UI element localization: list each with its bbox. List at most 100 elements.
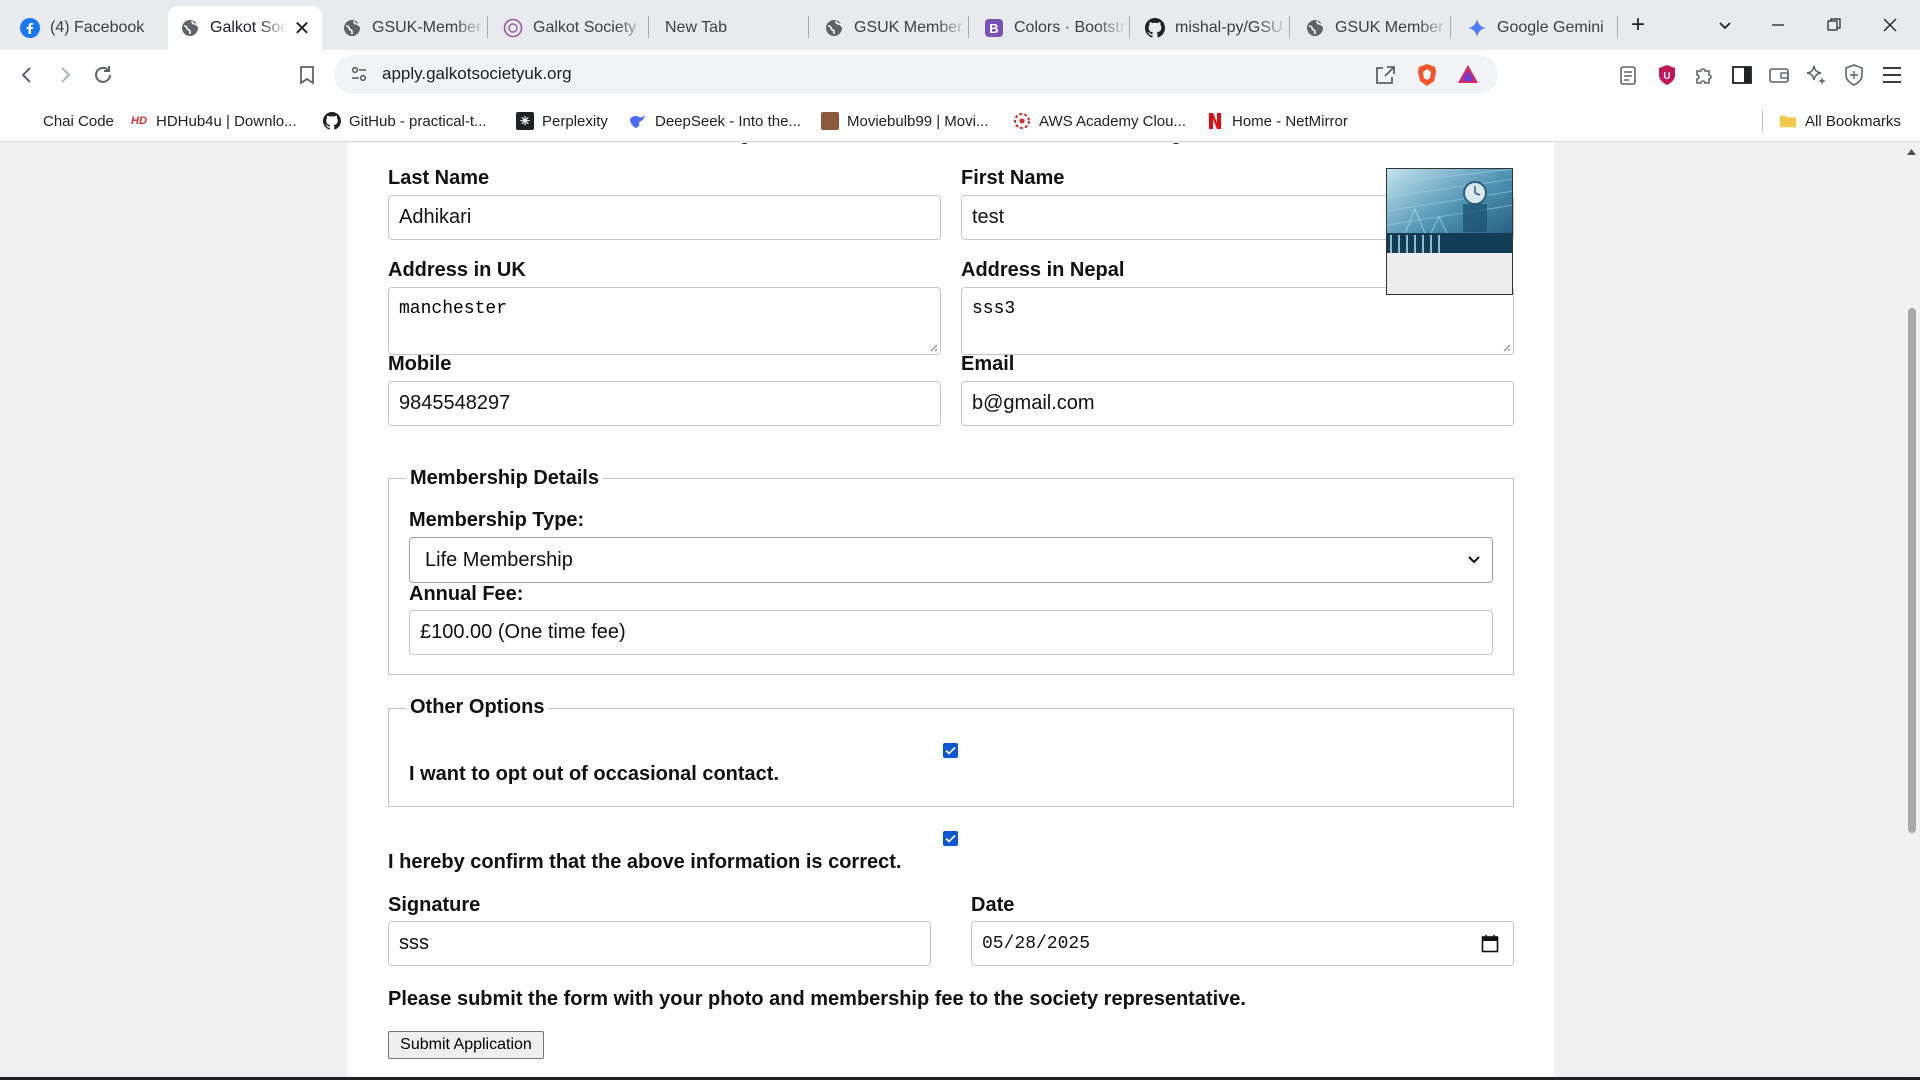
back-button[interactable]: [12, 60, 42, 90]
annual-fee-label: Annual Fee:: [409, 583, 524, 605]
minimize-button[interactable]: [1750, 0, 1806, 50]
hd-icon: HD: [131, 115, 147, 127]
scroll-up-arrow-icon[interactable]: [1906, 148, 1917, 156]
close-tab-icon[interactable]: ✕: [292, 18, 312, 40]
tab-strip: (4) Facebook Galkot Soc ✕ GSUK-Member Ga…: [0, 0, 1920, 50]
globe-icon: [824, 18, 844, 38]
chevron-down-icon: [1719, 22, 1731, 30]
confirm-checkbox[interactable]: [943, 831, 958, 846]
membership-type-label: Membership Type:: [409, 509, 585, 531]
email-input[interactable]: b@gmail.com: [961, 381, 1514, 426]
page-viewport: Last Name Adhikari First Name test Addre…: [0, 143, 1903, 1080]
ublock-icon: U: [1659, 65, 1675, 85]
globe-icon: [1305, 18, 1325, 38]
address-nepal-label: Address in Nepal: [961, 259, 1125, 281]
last-name-input[interactable]: Adhikari: [388, 195, 941, 240]
all-bookmarks-folder[interactable]: All Bookmarks: [1779, 110, 1901, 132]
share-icon[interactable]: [1374, 64, 1396, 91]
signature-input[interactable]: sss: [388, 921, 931, 966]
leo-ai-button[interactable]: [1801, 60, 1831, 90]
brave-shields-icon[interactable]: [1416, 63, 1438, 92]
checkmark-icon: [945, 746, 956, 755]
opt-out-label: I want to opt out of occasional contact.: [409, 763, 780, 785]
close-window-button[interactable]: [1862, 0, 1918, 50]
tab-facebook[interactable]: (4) Facebook: [8, 6, 168, 50]
resize-handle-icon[interactable]: [928, 342, 938, 352]
reload-button[interactable]: [88, 60, 118, 90]
address-nepal-textarea[interactable]: sss3: [961, 287, 1514, 355]
tab-gsuk-member-3[interactable]: GSUK Member: [1293, 6, 1448, 50]
sidebar-icon: [1732, 66, 1752, 84]
gemini-icon: [1467, 18, 1487, 38]
tab-new-tab[interactable]: New Tab: [652, 6, 807, 50]
wallet-button[interactable]: [1764, 60, 1794, 90]
bookmark-page-button[interactable]: [292, 60, 322, 90]
globe-icon: [342, 18, 362, 38]
first-name-label: First Name: [961, 167, 1065, 189]
address-uk-textarea[interactable]: manchester: [388, 287, 941, 355]
email-label: Email: [961, 353, 1015, 375]
tab-galkot-society[interactable]: Galkot Society: [491, 6, 646, 50]
clipboard-icon: [1620, 66, 1636, 85]
tab-search-button[interactable]: [1697, 0, 1753, 50]
submit-note: Please submit the form with your photo a…: [388, 988, 1246, 1010]
bookmark-netmirror[interactable]: Home - NetMirror: [1206, 110, 1348, 132]
site-info-icon[interactable]: [350, 65, 368, 88]
submit-application-button[interactable]: Submit Application: [388, 1031, 544, 1059]
calendar-icon[interactable]: [1481, 934, 1499, 953]
reload-icon: [95, 66, 111, 83]
extensions-button[interactable]: [1689, 60, 1719, 90]
main-menu-button[interactable]: [1877, 60, 1907, 90]
bookmark-deepseek[interactable]: DeepSeek - Into the...: [629, 110, 801, 132]
close-icon: [1883, 18, 1897, 32]
bookmark-icon: [300, 66, 314, 85]
bookmark-aws-academy[interactable]: AWS Academy Clou...: [1013, 110, 1186, 132]
restore-icon: [1827, 18, 1841, 31]
new-tab-button[interactable]: +: [1610, 0, 1666, 50]
reading-list-button[interactable]: [1613, 60, 1643, 90]
tab-galkot-active[interactable]: Galkot Soc ✕: [168, 6, 322, 50]
bookmark-github-practical[interactable]: GitHub - practical-t...: [323, 110, 487, 132]
vpn-button[interactable]: [1839, 60, 1869, 90]
annual-fee-input[interactable]: £100.00 (One time fee): [409, 610, 1493, 655]
mobile-input[interactable]: 9845548297: [388, 381, 941, 426]
bookmark-moviebulb[interactable]: Moviebulb99 | Movi...: [821, 110, 988, 132]
svg-text:B: B: [989, 21, 998, 36]
bookmark-chai-code[interactable]: Chai Code: [43, 110, 114, 132]
bookmark-perplexity[interactable]: ✳ Perplexity: [516, 110, 608, 132]
address-bar[interactable]: apply.galkotsocietyuk.org: [334, 55, 1498, 94]
resize-handle-icon[interactable]: [1501, 342, 1511, 352]
membership-type-select[interactable]: Life Membership: [409, 537, 1493, 583]
tab-google-gemini[interactable]: Google Gemini: [1455, 6, 1615, 50]
globe-icon: [180, 18, 200, 38]
tab-github-mishal[interactable]: mishal-py/GSU: [1133, 6, 1288, 50]
tab-bootstrap-colors[interactable]: B Colors · Bootstr: [972, 6, 1127, 50]
page-scrollbar[interactable]: [1903, 143, 1920, 1080]
puzzle-icon: [1696, 68, 1712, 84]
bookmark-hdhub4u[interactable]: HD HDHub4u | Downlo...: [130, 110, 297, 132]
mobile-label: Mobile: [388, 353, 452, 375]
clipped-heading: [739, 143, 750, 144]
url-text[interactable]: apply.galkotsocietyuk.org: [382, 64, 572, 84]
date-input[interactable]: 05/28/2025: [971, 921, 1514, 966]
aws-icon: [1013, 112, 1031, 130]
application-form-card: Last Name Adhikari First Name test Addre…: [348, 143, 1554, 1080]
applicant-photo: [1386, 168, 1513, 295]
other-options-legend: Other Options: [406, 696, 549, 719]
restore-button[interactable]: [1806, 0, 1862, 50]
tab-gsuk-member-2[interactable]: GSUK Member: [812, 6, 967, 50]
opt-out-checkbox[interactable]: [943, 743, 958, 758]
brave-rewards-icon[interactable]: [1457, 64, 1479, 89]
deepseek-icon: [629, 112, 647, 130]
movie-icon: [821, 112, 839, 130]
scrollbar-thumb[interactable]: [1908, 308, 1916, 833]
wallet-icon: [1769, 68, 1789, 83]
last-name-label: Last Name: [388, 167, 490, 189]
tab-gsuk-member-1[interactable]: GSUK-Member: [330, 6, 485, 50]
chevron-down-icon: [1468, 556, 1480, 564]
sidebar-button[interactable]: [1727, 60, 1757, 90]
ublock-extension-button[interactable]: U: [1652, 60, 1682, 90]
hamburger-menu-icon: [1883, 67, 1901, 83]
forward-button[interactable]: [50, 60, 80, 90]
bookmarks-divider: [1762, 110, 1763, 132]
